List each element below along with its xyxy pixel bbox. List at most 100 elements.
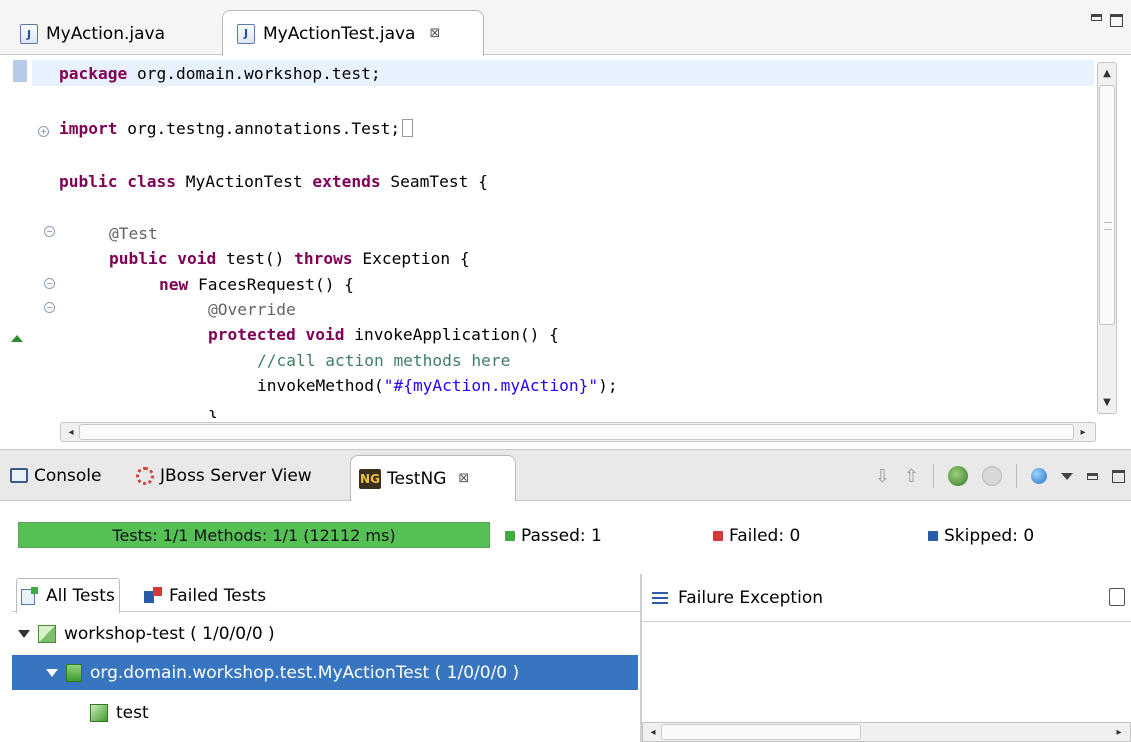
rerun-icon[interactable]: [948, 466, 968, 486]
tab-console[interactable]: Console: [4, 450, 108, 501]
view-menu-icon[interactable]: [1061, 472, 1073, 480]
test-tree-pane: All Tests Failed Tests workshop-test ( 1…: [12, 574, 640, 742]
tree-item-suite[interactable]: workshop-test ( 1/0/0/0 ): [12, 617, 638, 651]
code-text: org.testng.annotations.Test;: [117, 118, 401, 138]
passed-count: Passed: 1: [505, 526, 602, 546]
expand-icon[interactable]: [18, 630, 30, 638]
failed-icon: [713, 531, 723, 541]
failed-count: Failed: 0: [713, 526, 800, 546]
failure-header: Failure Exception: [642, 574, 1131, 622]
stack-trace-icon: [652, 591, 668, 604]
code-text: Exception {: [352, 248, 470, 268]
test-method-icon: [90, 704, 108, 722]
jboss-icon: [136, 466, 154, 485]
current-line-marker: [13, 60, 27, 82]
scroll-left-icon[interactable]: ◂: [63, 424, 79, 440]
code-text: test(): [216, 248, 295, 268]
code-line: new FacesRequest() {: [32, 271, 1094, 297]
horizontal-scroll-thumb[interactable]: [661, 724, 861, 740]
tab-jboss-server-view[interactable]: JBoss Server View: [130, 450, 318, 501]
skipped-label: Skipped: 0: [944, 526, 1035, 546]
keyword: new: [159, 274, 189, 294]
test-class-icon: [66, 663, 82, 682]
expand-icon[interactable]: [46, 668, 58, 677]
scroll-down-icon[interactable]: ▼: [1099, 394, 1115, 410]
close-icon[interactable]: ⊠: [429, 26, 440, 41]
comment: //call action methods here: [257, 350, 511, 370]
rerun-failed-icon[interactable]: [982, 466, 1002, 486]
code-text: MyActionTest: [175, 171, 313, 191]
code-line: //call action methods here: [32, 347, 1094, 373]
keyword: public class: [59, 171, 176, 191]
code-line: public void test() throws Exception {: [32, 245, 1094, 271]
maximize-icon[interactable]: [1112, 469, 1125, 483]
grip-icon: [1104, 222, 1112, 230]
minimize-icon[interactable]: [1091, 14, 1102, 21]
failure-exception-pane: Failure Exception ◂ ▸: [642, 574, 1131, 742]
tab-failed-tests[interactable]: Failed Tests: [140, 578, 270, 613]
keyword: package: [59, 63, 128, 83]
code-line: package org.domain.workshop.test;: [32, 60, 1094, 86]
maximize-icon[interactable]: [1110, 14, 1123, 27]
tree-item-class[interactable]: org.domain.workshop.test.MyActionTest ( …: [12, 655, 638, 690]
annotation: @Override: [208, 299, 296, 319]
keyword: public void: [109, 248, 217, 268]
console-icon: [10, 468, 28, 483]
report-icon[interactable]: [1031, 468, 1047, 484]
tab-label: TestNG: [387, 468, 447, 489]
horizontal-scrollbar[interactable]: ◂ ▸: [642, 722, 1131, 742]
toolbar-separator: [933, 464, 934, 488]
scroll-right-icon[interactable]: ▸: [1111, 724, 1127, 740]
tab-myaction-java[interactable]: J MyAction.java: [6, 12, 218, 56]
code-line: import org.testng.annotations.Test;: [32, 115, 1094, 141]
tab-label: MyAction.java: [46, 24, 165, 44]
run-marker-icon: [11, 335, 23, 342]
code-editor[interactable]: + − − − package org.domain.workshop.test…: [0, 56, 1131, 449]
code-line: @Override: [32, 296, 1094, 322]
tree-item-method[interactable]: test: [12, 696, 638, 730]
scroll-right-icon[interactable]: ▸: [1075, 424, 1091, 440]
previous-failure-icon[interactable]: ⇧: [904, 466, 919, 487]
test-tree-tabs: All Tests Failed Tests: [12, 574, 640, 613]
testng-icon: NG: [359, 468, 381, 489]
keyword: extends: [312, 171, 381, 191]
tab-label: All Tests: [46, 586, 115, 606]
code-line: }: [32, 403, 1094, 419]
vertical-scroll-thumb[interactable]: [1099, 85, 1115, 325]
horizontal-scroll-thumb[interactable]: [79, 424, 1074, 440]
code-text: invokeMethod(: [257, 375, 384, 395]
editor-window-controls: [1091, 14, 1123, 27]
tree-item-label: workshop-test ( 1/0/0/0 ): [64, 624, 275, 644]
tab-testng[interactable]: NG TestNG ⊠: [350, 455, 516, 501]
tab-myactiontest-java[interactable]: J MyActionTest.java ⊠: [222, 10, 484, 56]
compare-icon[interactable]: [1109, 588, 1125, 606]
next-failure-icon[interactable]: ⇩: [875, 466, 890, 487]
minimize-icon[interactable]: [1087, 472, 1098, 480]
close-icon[interactable]: ⊠: [458, 471, 469, 486]
code-area[interactable]: package org.domain.workshop.test; import…: [32, 56, 1094, 418]
annotation: @Test: [109, 223, 158, 243]
tab-all-tests[interactable]: All Tests: [16, 578, 120, 613]
toolbar-separator: [1016, 464, 1017, 488]
failed-tests-icon: [144, 586, 164, 605]
vertical-scrollbar[interactable]: ▲ ▼: [1097, 62, 1117, 414]
code-text: FacesRequest() {: [188, 274, 354, 294]
tab-label: JBoss Server View: [160, 465, 312, 486]
code-line: protected void invokeApplication() {: [32, 321, 1094, 347]
scroll-left-icon[interactable]: ◂: [645, 724, 661, 740]
skipped-count: Skipped: 0: [928, 526, 1034, 546]
code-text: }: [208, 406, 218, 419]
string-literal: "#{myAction.myAction}": [383, 375, 599, 395]
code-text: );: [598, 375, 618, 395]
keyword: protected void: [208, 324, 345, 344]
scroll-up-icon[interactable]: ▲: [1099, 65, 1115, 81]
failed-label: Failed: 0: [729, 526, 801, 546]
progress-bar: Tests: 1/1 Methods: 1/1 (12112 ms): [18, 522, 490, 548]
test-hierarchy-icon: [21, 587, 41, 605]
horizontal-scrollbar[interactable]: ◂ ▸: [60, 422, 1096, 442]
folded-imports-box[interactable]: [402, 119, 414, 137]
failure-header-label: Failure Exception: [678, 587, 823, 608]
views-tab-bar: Console JBoss Server View NG TestNG ⊠ ⇩ …: [0, 449, 1131, 501]
testng-summary: Tests: 1/1 Methods: 1/1 (12112 ms) Passe…: [0, 502, 1131, 572]
tab-label: Console: [34, 465, 102, 486]
